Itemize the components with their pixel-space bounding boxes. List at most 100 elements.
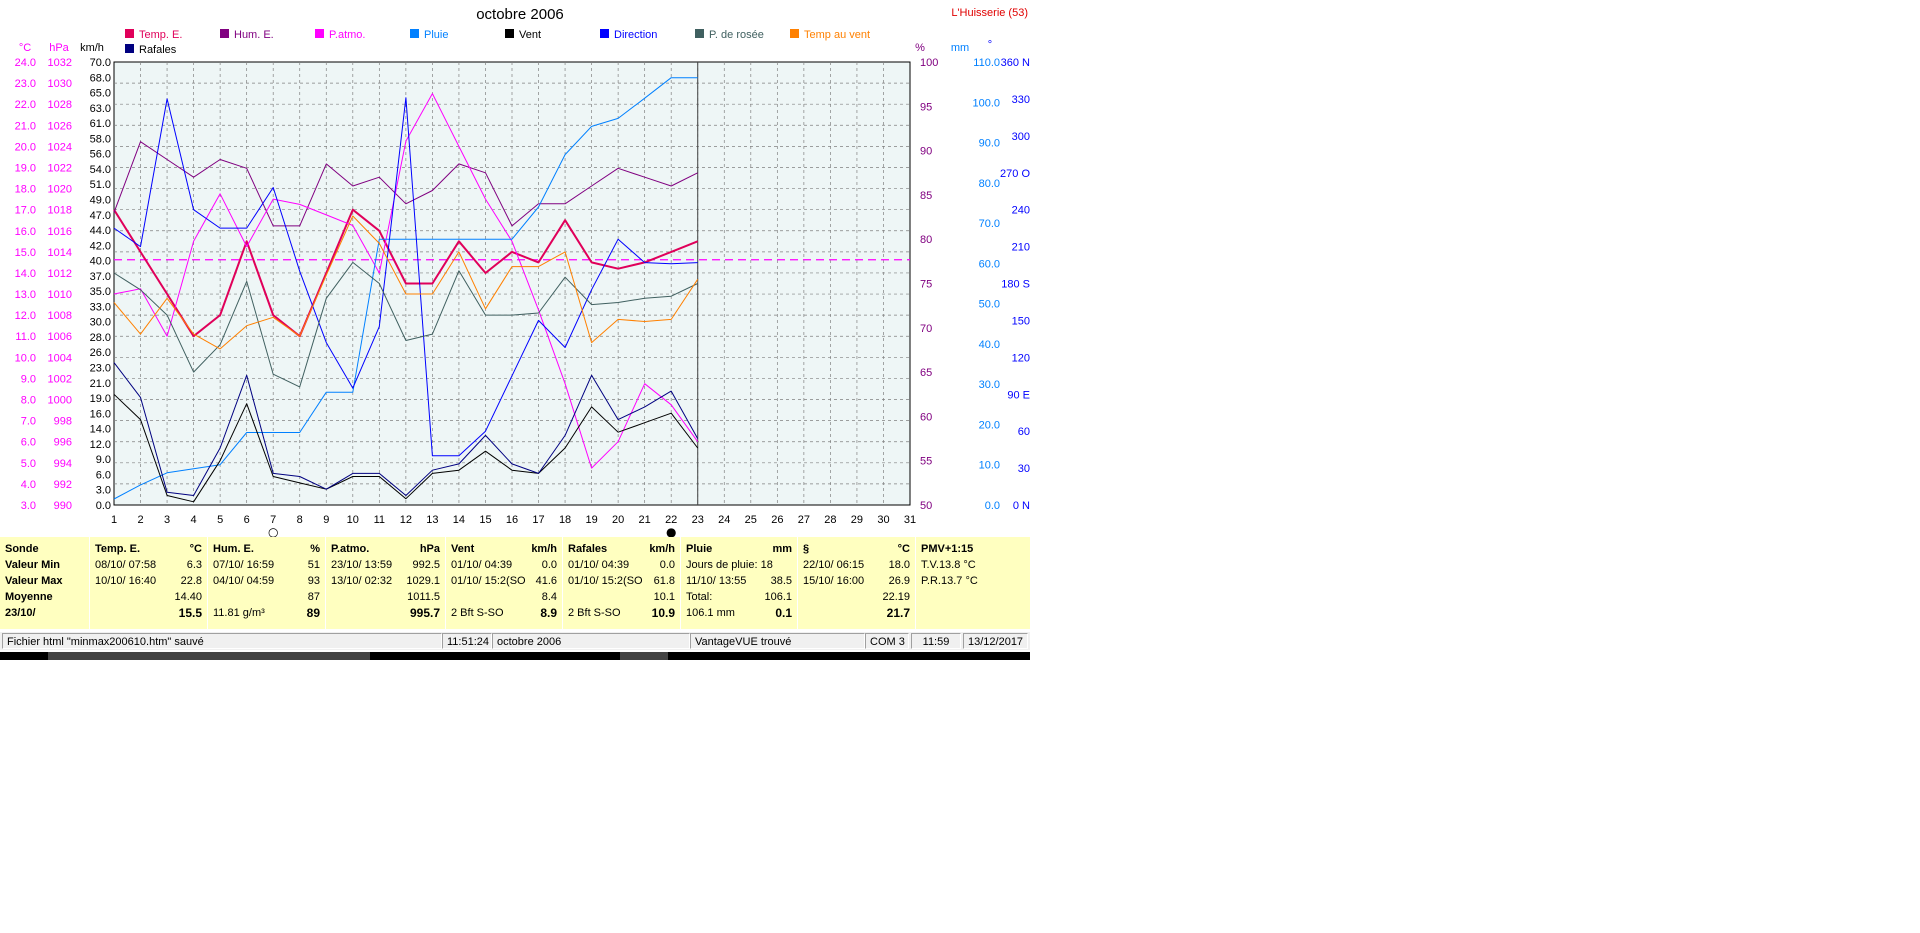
s-unit: °C (897, 543, 910, 555)
pmv-title: PMV+1:15 (921, 543, 974, 555)
temp-avg: 14.40 (174, 591, 202, 603)
stats-hum: Hum. E.% 07/10/ 16:59 51 04/10/ 04:59 93 8… (208, 537, 326, 629)
temp-current: 15.5 (178, 606, 202, 620)
axis-unit-mm: mm (951, 42, 969, 54)
axis-tick-label-hpa: 1008 (48, 310, 72, 322)
legend-label: Direction (614, 29, 657, 41)
axis-tick-label-mm: 10.0 (979, 460, 1000, 472)
axis-tick-label-pct: 75 (920, 279, 932, 291)
legend-label: Hum. E. (234, 29, 274, 41)
s-current: 21.7 (886, 606, 910, 620)
rafales-min: 0.0 (659, 559, 675, 571)
axis-tick-label-pct: 70 (920, 323, 932, 335)
axis-tick-label-mm: 30.0 (979, 379, 1000, 391)
axis-tick-label-pct: 85 (920, 190, 932, 202)
legend-label: P. de rosée (709, 29, 764, 41)
stats-panel: Sonde Valeur Min Valeur Max Moyenne 23/1… (0, 537, 1030, 629)
rafales-max-time: 01/10/ 15:2(SO (568, 575, 643, 587)
axis-tick-label-hpa: 1018 (48, 205, 72, 217)
axis-tick-label-kmh: 65.0 (90, 88, 111, 100)
moon-phase-marker: ● (666, 525, 676, 537)
legend-swatch (695, 29, 704, 38)
patmo-max-time: 13/10/ 02:32 (331, 575, 393, 587)
axis-tick-label-kmh: 49.0 (90, 194, 111, 206)
legend-swatch (600, 29, 609, 38)
weather-app-window: 3.0 4.0 5.0 6.0 7.0 8.0 9.0 10.0 11.0 12.0 13.0 14.… (0, 0, 1030, 660)
x-tick-label: 10 (347, 514, 359, 526)
axis-tick-label-hpa: 1010 (48, 289, 72, 301)
x-tick-label: 5 (217, 514, 223, 526)
x-tick-label: 21 (639, 514, 651, 526)
axis-tick-label-temp: 12.0 (15, 310, 36, 322)
rafales-avg: 10.1 (653, 591, 675, 603)
axis-tick-label-kmh: 35.0 (90, 286, 111, 298)
axis-tick-label-kmh: 26.0 (90, 347, 111, 359)
weather-chart: 3.04.05.06.07.08.09.010.011.012.013.014.… (15, 6, 1030, 537)
hum-min: 51 (307, 559, 320, 571)
x-tick-label: 2 (137, 514, 143, 526)
header-date: 23/10/ (5, 607, 36, 619)
x-tick-label: 19 (585, 514, 597, 526)
status-month: octobre 2006 (492, 633, 690, 649)
vent-current: 8.9 (540, 606, 557, 620)
hum-abs: 11.81 g/m³ (213, 607, 265, 619)
legend-swatch (315, 29, 324, 38)
axis-tick-label-temp: 3.0 (21, 500, 36, 512)
axis-tick-label-mm: 40.0 (979, 339, 1000, 351)
rafales-current: 10.9 (651, 606, 675, 620)
x-tick-label: 24 (718, 514, 730, 526)
axis-tick-label-temp: 6.0 (21, 437, 36, 449)
axis-tick-label-kmh: 33.0 (90, 301, 111, 313)
axis-tick-label-mm: 60.0 (979, 258, 1000, 270)
axis-tick-label-hpa: 1014 (48, 247, 72, 259)
axis-tick-label-kmh: 12.0 (90, 439, 111, 451)
axis-tick-label-temp: 9.0 (21, 373, 36, 385)
axis-tick-label-mm: 110.0 (973, 57, 1000, 69)
pluie-total-mm: 106.1 mm (686, 607, 735, 619)
axis-tick-label-deg: 120 (1012, 352, 1030, 364)
x-tick-label: 11 (374, 514, 385, 526)
temp-unit: °C (189, 543, 202, 555)
hum-current: 89 (306, 606, 320, 620)
pluie-rain-days: Jours de pluie: 18 (686, 559, 773, 571)
stats-s: § °C 22/10/ 06:15 18.0 15/10/ 16:00 26.9 22… (798, 537, 916, 629)
axis-tick-label-temp: 23.0 (15, 78, 36, 90)
vent-avg: 8.4 (541, 591, 557, 603)
axis-tick-label-hpa: 1022 (48, 162, 72, 174)
axis-tick-label-temp: 7.0 (21, 416, 36, 428)
axis-tick-label-hpa: 1016 (48, 226, 72, 238)
status-port: COM 3 (865, 633, 909, 649)
axis-tick-label-kmh: 0.0 (96, 500, 111, 512)
hum-max: 93 (307, 575, 320, 587)
stats-headers: Sonde Valeur Min Valeur Max Moyenne 23/1… (0, 537, 90, 629)
axis-tick-label-kmh: 63.0 (90, 103, 111, 115)
x-tick-label: 14 (453, 514, 465, 526)
legend-label: Pluie (424, 29, 448, 41)
temp-max-time: 10/10/ 16:40 (95, 575, 157, 587)
stats-rafales: Rafales km/h 01/10/ 04:39 0.0 01/10/ 15:2(… (563, 537, 681, 629)
axis-tick-label-temp: 11.0 (15, 331, 36, 343)
axis-tick-label-deg: 90 E (1007, 389, 1030, 401)
x-tick-label: 17 (532, 514, 544, 526)
axis-tick-label-kmh: 56.0 (90, 149, 111, 161)
axis-tick-label-pct: 90 (920, 146, 932, 158)
axis-tick-label-deg: 210 (1012, 242, 1030, 254)
x-tick-label: 13 (426, 514, 438, 526)
axis-tick-label-mm: 0.0 (985, 500, 1000, 512)
x-tick-label: 6 (244, 514, 250, 526)
axis-tick-label-hpa: 994 (54, 458, 72, 470)
axis-tick-label-mm: 50.0 (979, 299, 1000, 311)
axis-tick-label-temp: 18.0 (15, 184, 36, 196)
axis-tick-label-temp: 14.0 (15, 268, 36, 280)
temp-title: Temp. E. (95, 543, 141, 555)
axis-tick-label-kmh: 19.0 (90, 393, 111, 405)
x-tick-label: 16 (506, 514, 518, 526)
legend-label: Vent (519, 29, 541, 41)
axis-unit-deg: ° (988, 39, 992, 51)
x-tick-label: 25 (745, 514, 757, 526)
axis-tick-label-temp: 16.0 (15, 226, 36, 238)
axis-tick-label-pct: 55 (920, 456, 932, 468)
x-tick-label: 28 (824, 514, 836, 526)
status-date: 13/12/2017 (963, 633, 1028, 649)
chart-title: octobre 2006 (476, 6, 564, 23)
